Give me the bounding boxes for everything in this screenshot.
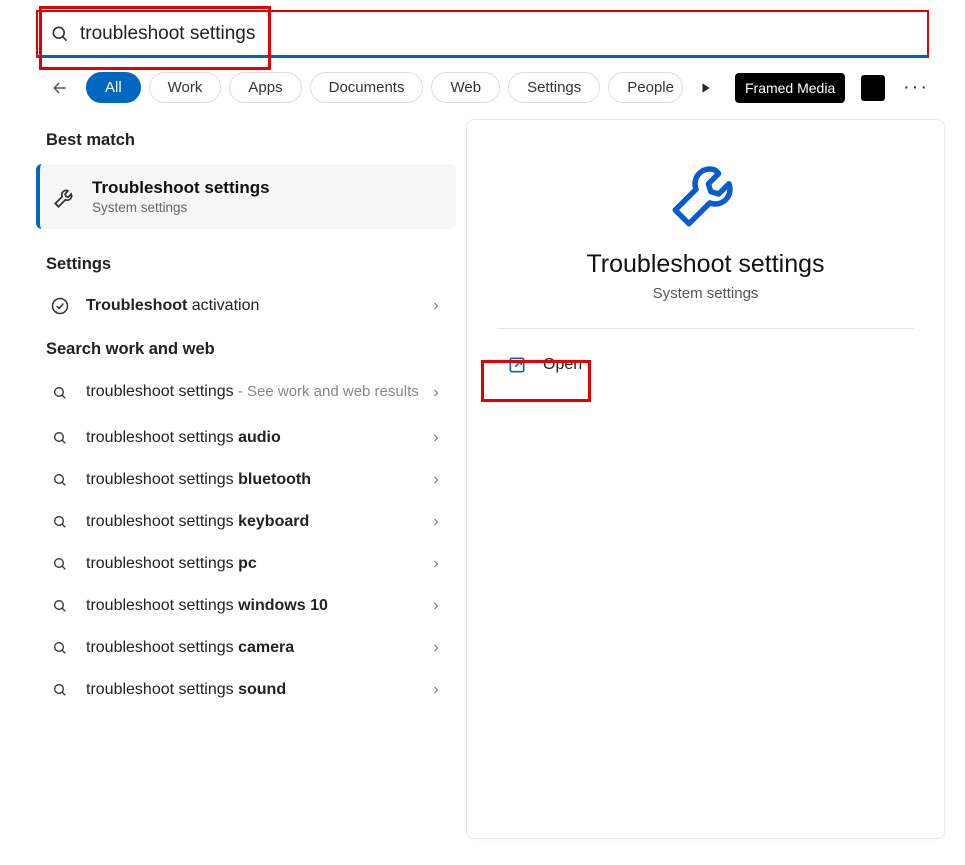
tab-people[interactable]: People <box>608 72 683 103</box>
unknown-black-tile[interactable] <box>861 75 885 101</box>
detail-pane: Troubleshoot settings System settings Op… <box>466 119 945 839</box>
web-result-label: troubleshoot settings keyboard <box>86 513 430 531</box>
search-icon <box>50 682 70 698</box>
web-result[interactable]: troubleshoot settings keyboard <box>36 501 456 543</box>
tab-work[interactable]: Work <box>149 72 222 103</box>
chevron-right-icon <box>430 600 442 612</box>
back-arrow-icon[interactable] <box>46 74 74 102</box>
filter-tabs: All Work Apps Documents Web Settings Peo… <box>0 58 965 111</box>
detail-header: Troubleshoot settings System settings <box>497 144 914 302</box>
framed-media-button[interactable]: Framed Media <box>735 73 845 103</box>
scroll-right-icon[interactable] <box>691 77 721 99</box>
search-icon <box>50 24 70 44</box>
detail-title: Troubleshoot settings <box>497 250 914 279</box>
open-label: Open <box>543 356 582 374</box>
search-bar-container <box>0 0 965 58</box>
web-result-label: troubleshoot settings camera <box>86 639 430 657</box>
web-result[interactable]: troubleshoot settings - See work and web… <box>36 369 456 417</box>
tab-settings[interactable]: Settings <box>508 72 600 103</box>
results-list: Best match Troubleshoot settings System … <box>36 119 456 846</box>
web-result-label: troubleshoot settings audio <box>86 429 430 447</box>
search-icon <box>50 430 70 446</box>
section-search-web: Search work and web <box>36 328 456 369</box>
tab-documents[interactable]: Documents <box>310 72 424 103</box>
chevron-right-icon <box>430 387 442 399</box>
chevron-right-icon <box>430 516 442 528</box>
best-match-title: Troubleshoot settings <box>92 178 270 198</box>
more-options-icon[interactable]: ··· <box>903 76 929 99</box>
best-match-subtitle: System settings <box>92 200 270 215</box>
web-result[interactable]: troubleshoot settings pc <box>36 543 456 585</box>
open-external-icon <box>507 355 527 375</box>
search-input[interactable] <box>80 23 915 45</box>
tab-all[interactable]: All <box>86 72 141 103</box>
web-result[interactable]: troubleshoot settings sound <box>36 669 456 711</box>
search-icon <box>50 385 70 401</box>
open-button[interactable]: Open <box>497 347 914 383</box>
results-area: Best match Troubleshoot settings System … <box>0 111 965 846</box>
search-icon <box>50 514 70 530</box>
search-icon <box>50 556 70 572</box>
detail-subtitle: System settings <box>497 285 914 302</box>
web-result-label: troubleshoot settings bluetooth <box>86 471 430 489</box>
search-icon <box>50 598 70 614</box>
chevron-right-icon <box>430 558 442 570</box>
web-result-label: troubleshoot settings windows 10 <box>86 597 430 615</box>
chevron-right-icon <box>430 684 442 696</box>
chevron-right-icon <box>430 642 442 654</box>
search-icon <box>50 640 70 656</box>
web-result[interactable]: troubleshoot settings audio <box>36 417 456 459</box>
section-best-match: Best match <box>36 119 456 160</box>
web-result-label: troubleshoot settings - See work and web… <box>86 383 430 403</box>
chevron-right-icon <box>430 300 442 312</box>
web-result[interactable]: troubleshoot settings bluetooth <box>36 459 456 501</box>
check-circle-icon <box>50 296 70 316</box>
search-icon <box>50 472 70 488</box>
web-result-label: troubleshoot settings sound <box>86 681 430 699</box>
tab-apps[interactable]: Apps <box>229 72 301 103</box>
web-result-label: troubleshoot settings pc <box>86 555 430 573</box>
settings-result-label: Troubleshoot activation <box>86 297 430 315</box>
chevron-right-icon <box>430 432 442 444</box>
tab-web[interactable]: Web <box>431 72 500 103</box>
best-match-text: Troubleshoot settings System settings <box>92 178 270 215</box>
section-settings: Settings <box>36 243 456 284</box>
web-result[interactable]: troubleshoot settings windows 10 <box>36 585 456 627</box>
web-results-list: troubleshoot settings audio troubleshoot… <box>36 417 456 711</box>
settings-result-troubleshoot-activation[interactable]: Troubleshoot activation <box>36 284 456 328</box>
chevron-right-icon <box>430 474 442 486</box>
web-result[interactable]: troubleshoot settings camera <box>36 627 456 669</box>
divider <box>497 328 914 329</box>
wrench-icon <box>52 184 78 210</box>
best-match-item[interactable]: Troubleshoot settings System settings <box>36 164 456 229</box>
wrench-icon <box>663 150 749 236</box>
search-bar[interactable] <box>36 10 929 58</box>
